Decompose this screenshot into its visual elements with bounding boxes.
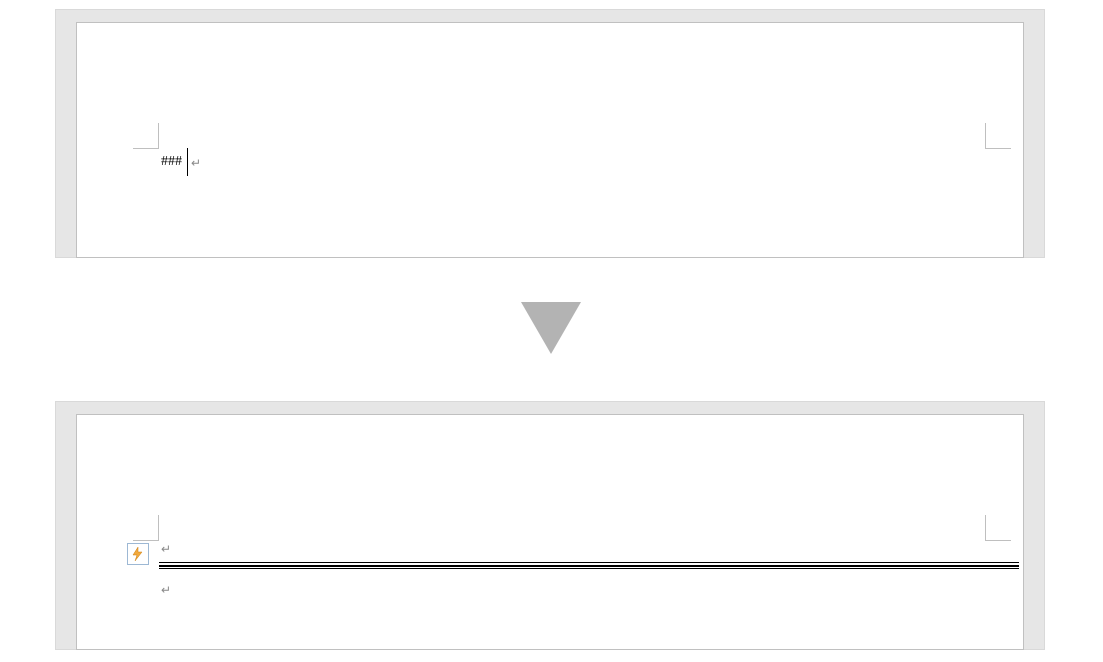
- document-page-after[interactable]: ↵ ↵: [77, 415, 1023, 649]
- after-panel: ↵ ↵: [55, 401, 1045, 650]
- paragraph-mark-icon: ↵: [161, 542, 171, 556]
- autocorrect-options-button[interactable]: [127, 543, 149, 565]
- margin-corner-top-left: [133, 515, 159, 541]
- before-panel: ### ↵: [55, 9, 1045, 258]
- lightning-bolt-icon: [132, 547, 143, 561]
- margin-corner-top-right: [985, 515, 1011, 541]
- paragraph-mark-icon: ↵: [191, 156, 201, 170]
- text-cursor: [187, 148, 188, 176]
- horizontal-rule-triple: [159, 562, 1019, 569]
- typed-characters: ###: [161, 154, 182, 170]
- document-page-before[interactable]: ### ↵: [77, 23, 1023, 257]
- arrow-down-icon: [521, 302, 581, 354]
- margin-corner-top-right: [985, 123, 1011, 149]
- margin-corner-top-left: [133, 123, 159, 149]
- paragraph-mark-icon: ↵: [161, 583, 171, 597]
